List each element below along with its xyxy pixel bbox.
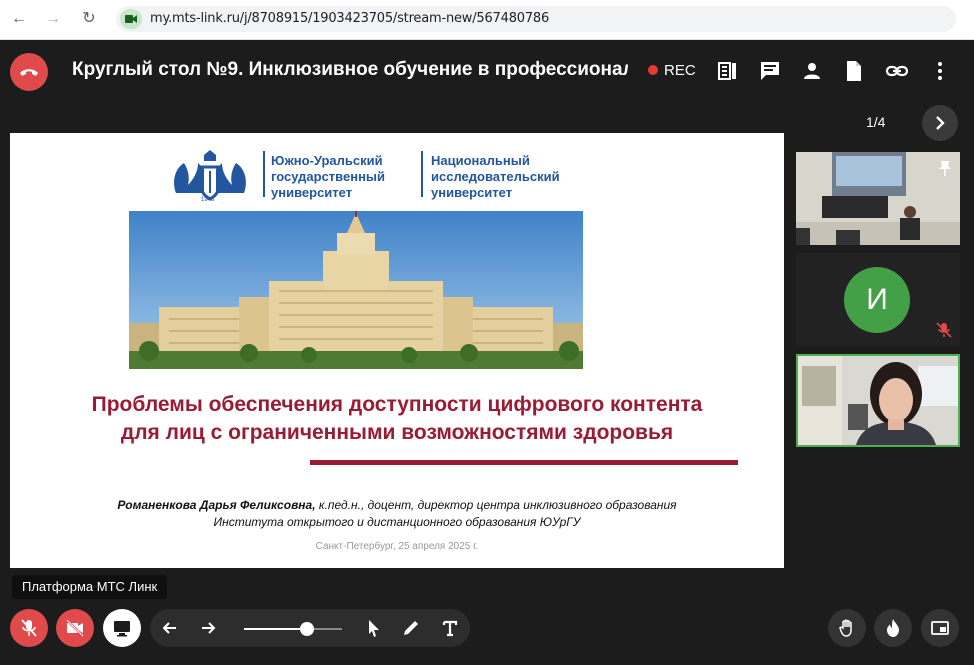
slide-divider	[310, 460, 738, 465]
slide-date: Санкт-Петербург, 25 апреля 2025 г.	[315, 541, 479, 552]
meeting-header: Круглый стол №9. Инклюзивное обучение в …	[0, 41, 974, 103]
logo-divider	[263, 151, 265, 197]
active-speaker-tile[interactable]	[796, 354, 960, 447]
reload-icon[interactable]: ↻	[78, 8, 100, 30]
participant-avatar-tile[interactable]: И	[796, 253, 960, 346]
logo-divider	[421, 151, 423, 197]
university-name: Южно-Уральский государственный университ…	[271, 153, 386, 200]
more-options-icon[interactable]	[928, 59, 952, 83]
phone-hangup-icon	[20, 69, 38, 76]
meeting-title: Круглый стол №9. Инклюзивное обучение в …	[72, 59, 628, 80]
mic-off-icon	[21, 619, 37, 637]
document-icon[interactable]	[842, 59, 866, 83]
camera-toggle-button[interactable]	[56, 609, 94, 647]
agenda-icon[interactable]	[716, 59, 740, 83]
slide-author: Романенкова Дарья Феликсовна, к.пед.н., …	[40, 497, 754, 531]
participant-avatar: И	[844, 267, 910, 333]
layout-button[interactable]	[921, 609, 959, 647]
text-tool-icon[interactable]	[440, 618, 460, 638]
rec-dot-icon	[648, 65, 658, 75]
raise-hand-button[interactable]	[828, 609, 866, 647]
leave-call-button[interactable]	[10, 53, 48, 91]
chevron-right-icon	[936, 116, 945, 130]
recording-indicator: REC	[648, 62, 696, 79]
picture-in-picture-icon	[931, 621, 949, 635]
presentation-slide: 1943 Южно-Уральский государственный унив…	[10, 133, 784, 568]
site-info-icon[interactable]	[120, 9, 142, 29]
reactions-button[interactable]	[874, 609, 912, 647]
previous-slide-icon[interactable]	[160, 618, 180, 638]
slide-counter: 1/4	[866, 114, 886, 130]
back-arrow-icon[interactable]: ←	[8, 8, 30, 30]
rec-label: REC	[664, 62, 696, 79]
author-name: Романенкова Дарья Феликсовна,	[117, 498, 316, 512]
fire-icon	[887, 619, 899, 637]
platform-tooltip: Платформа МТС Линк	[12, 575, 168, 599]
link-icon[interactable]	[885, 59, 909, 83]
microphone-toggle-button[interactable]	[10, 609, 48, 647]
slide-title-line: Проблемы обеспечения доступности цифрово…	[91, 393, 703, 416]
chat-icon[interactable]	[758, 59, 782, 83]
author-institute: Института открытого и дистанционного обр…	[213, 515, 581, 529]
address-bar[interactable]: my.mts-link.ru/j/8708915/1903423705/stre…	[116, 6, 956, 32]
raise-hand-icon	[839, 619, 852, 637]
university-status: Национальный исследовательский университ…	[431, 153, 560, 200]
mic-off-icon	[936, 322, 952, 338]
url-text: my.mts-link.ru/j/8708915/1903423705/stre…	[150, 11, 550, 26]
pin-icon[interactable]	[938, 160, 952, 176]
university-building-image	[129, 211, 583, 369]
speaker-video	[798, 356, 958, 445]
zoom-slider-handle[interactable]	[300, 622, 314, 636]
camera-off-icon	[66, 619, 84, 637]
next-slide-button[interactable]	[922, 105, 958, 141]
emblem-year: 1943	[201, 197, 215, 203]
presentation-toolbar	[150, 609, 470, 647]
participant-video-tile[interactable]	[796, 152, 960, 245]
screen-share-button[interactable]	[103, 609, 141, 647]
university-emblem-icon	[174, 150, 246, 201]
browser-toolbar: ← → ↻ my.mts-link.ru/j/8708915/190342370…	[0, 0, 974, 40]
participants-icon[interactable]	[800, 59, 824, 83]
webinar-app: Круглый стол №9. Инклюзивное обучение в …	[0, 41, 974, 665]
slide-title: Проблемы обеспечения доступности цифрово…	[50, 391, 744, 447]
pointer-icon[interactable]	[364, 618, 384, 638]
forward-arrow-icon[interactable]: →	[42, 8, 64, 30]
screen-share-icon	[114, 621, 130, 637]
participant-video	[796, 152, 960, 245]
next-slide-icon[interactable]	[198, 618, 218, 638]
author-position: к.пед.н., доцент, директор центра инклюз…	[315, 498, 677, 512]
slide-title-line: для лиц с ограниченными возможностями зд…	[120, 421, 674, 444]
pencil-icon[interactable]	[401, 618, 421, 638]
